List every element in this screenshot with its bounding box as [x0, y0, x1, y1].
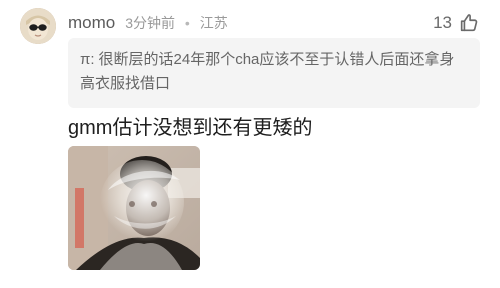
comment-image[interactable] — [68, 146, 200, 270]
avatar-portrait — [20, 8, 56, 44]
avatar[interactable] — [20, 8, 56, 44]
comment-meta: 3分钟前 • 江苏 — [125, 13, 227, 33]
quoted-author: π: — [80, 51, 95, 68]
like-button[interactable]: 13 — [433, 10, 480, 36]
comment-header: momo 3分钟前 • 江苏 13 — [68, 10, 480, 36]
comment-time: 3分钟前 — [125, 15, 176, 31]
quoted-text: 很断层的话24年那个cha应该不至于认错人后面还拿身高衣服找借口 — [80, 51, 455, 92]
photo-content — [68, 146, 200, 270]
thumbs-up-icon — [458, 12, 480, 34]
meta-separator: • — [184, 15, 190, 31]
comment-card: momo 3分钟前 • 江苏 13 π: 很断层的话24年那个cha应该不至于认错… — [0, 0, 500, 288]
username[interactable]: momo — [68, 13, 115, 33]
comment-location: 江苏 — [199, 15, 228, 31]
comment-text: gmm估计没想到还有更矮的 — [68, 117, 313, 139]
like-count: 13 — [433, 13, 452, 32]
quoted-reply[interactable]: π: 很断层的话24年那个cha应该不至于认错人后面还拿身高衣服找借口 — [68, 38, 480, 108]
